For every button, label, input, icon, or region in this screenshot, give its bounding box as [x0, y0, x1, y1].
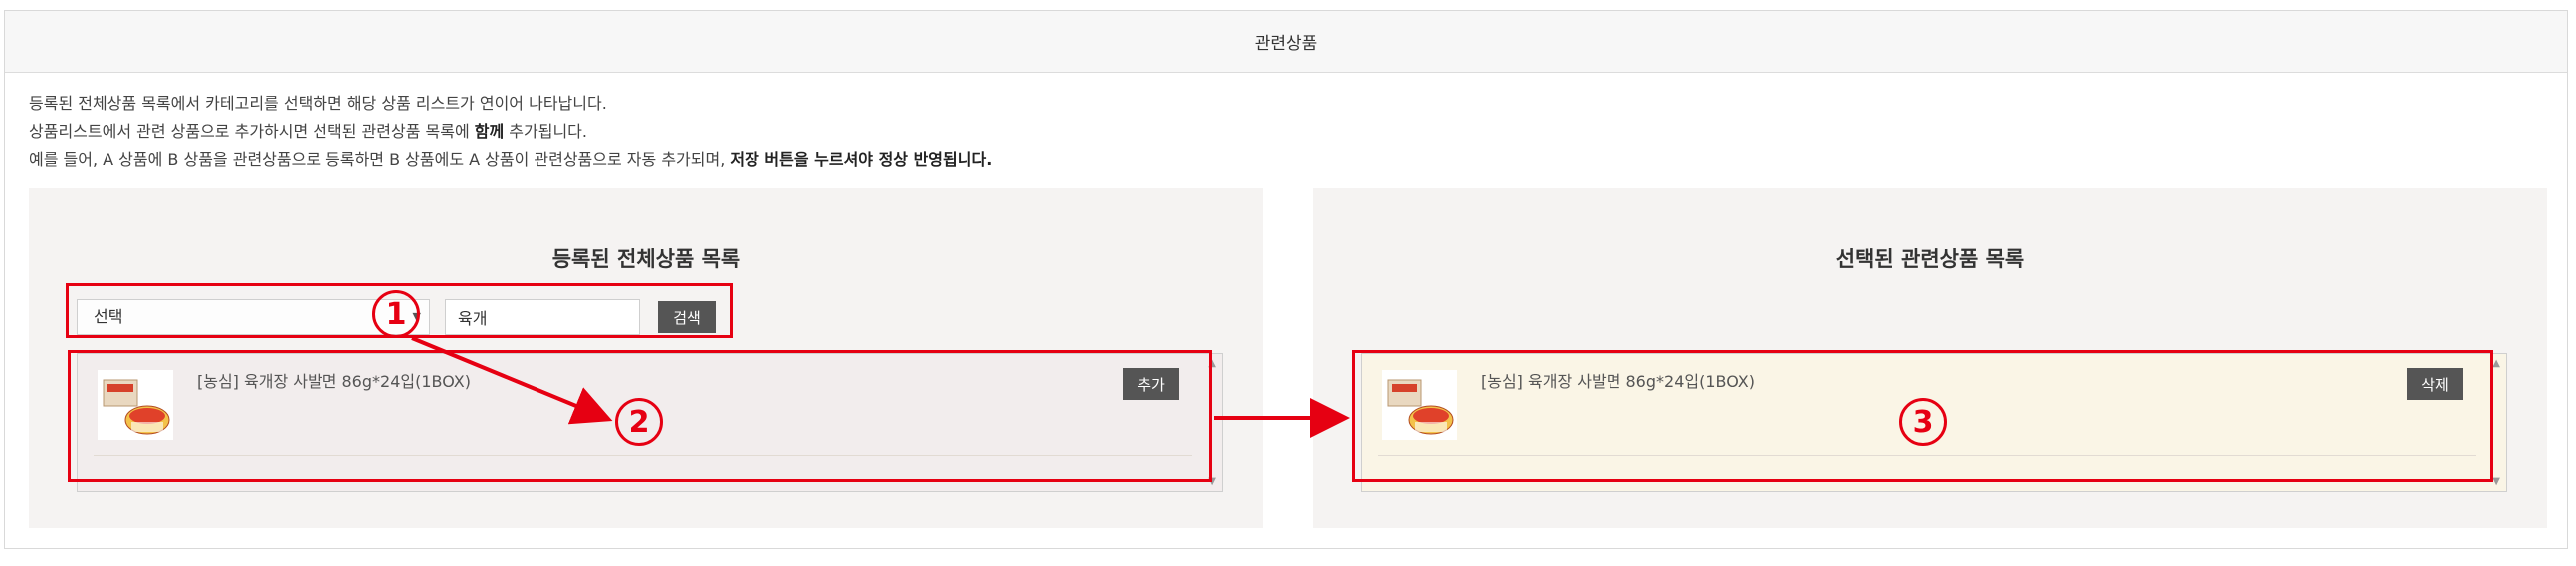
- arrow-1-to-2: [411, 336, 613, 425]
- annotation-arrows: [411, 336, 1350, 438]
